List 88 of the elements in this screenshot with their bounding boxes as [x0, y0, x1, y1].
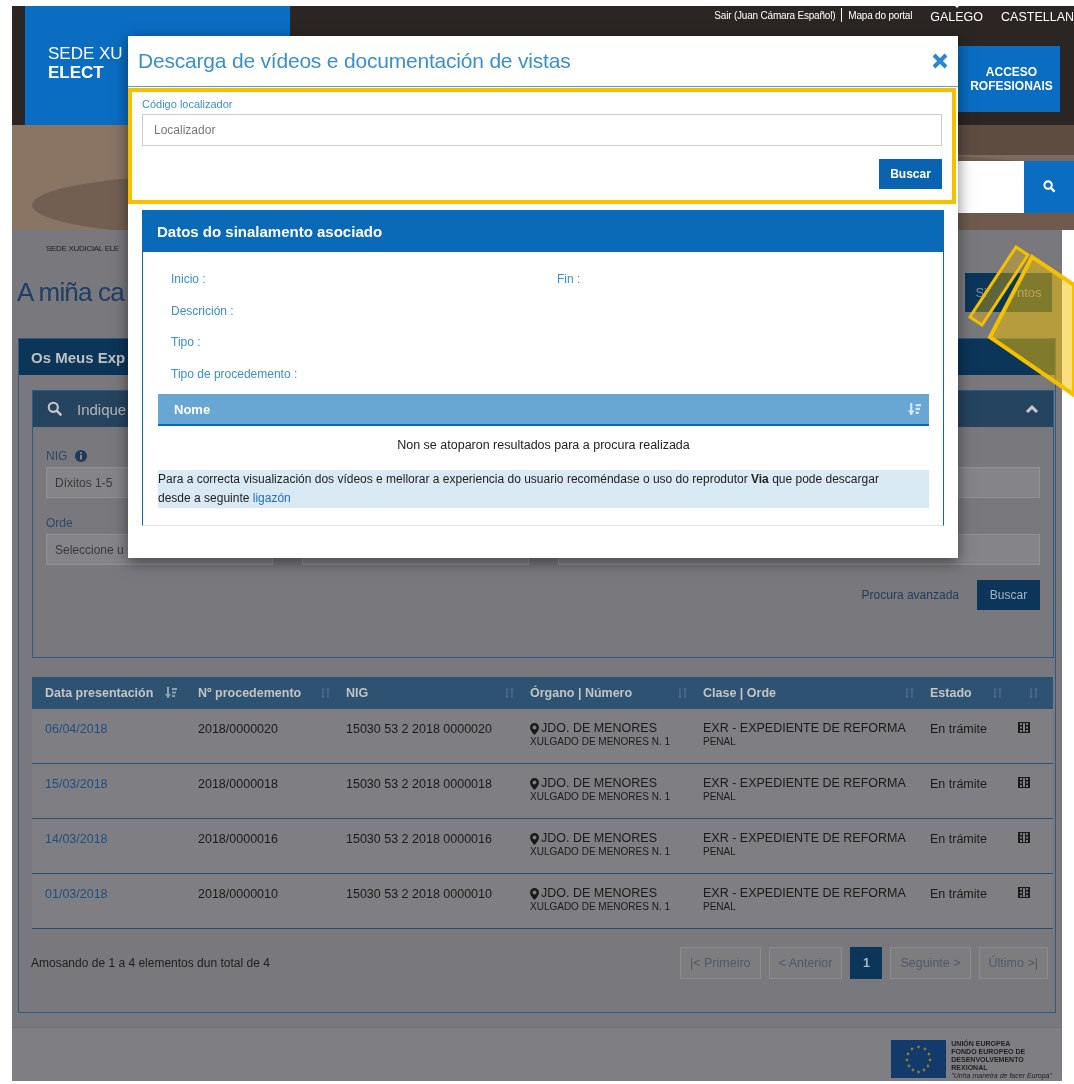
- button-text: ntos: [1017, 284, 1042, 300]
- table-cell-text: EXR - EXPEDIENTE DE REFORMA: [703, 722, 907, 735]
- table-cell-text: XULGADO DE MENORES N. 1: [530, 790, 672, 803]
- sort-icon[interactable]: [904, 687, 916, 699]
- page-title: A miña ca: [17, 276, 124, 308]
- column-header[interactable]: Nome: [174, 401, 211, 417]
- access-text: ACCESO: [985, 65, 1038, 79]
- table-cell-text: 15030 53 2 2018 0000020: [346, 722, 493, 738]
- field-label: Fin :: [557, 272, 582, 288]
- film-icon[interactable]: [1018, 832, 1030, 843]
- film-icon[interactable]: [1018, 722, 1030, 733]
- search-button[interactable]: Buscar: [879, 159, 942, 189]
- table-cell-text: En trámite: [930, 887, 988, 903]
- locator-field[interactable]: Localizador: [142, 114, 942, 146]
- search-button[interactable]: Buscar: [977, 580, 1040, 610]
- field-label: Descrición :: [171, 303, 235, 320]
- table-cell-text: EXR - EXPEDIENTE DE REFORMA: [703, 832, 907, 845]
- eu-flag-icon: [891, 1040, 947, 1078]
- sort-icon[interactable]: [1028, 687, 1040, 699]
- field-label: Orde: [46, 516, 73, 530]
- table-cell-text: XULGADO DE MENORES N. 1: [530, 845, 672, 858]
- close-icon: [932, 53, 948, 69]
- table-cell-text: XULGADO DE MENORES N. 1: [530, 735, 672, 748]
- search-button[interactable]: [1024, 160, 1074, 213]
- table-cell-text: PENAL: [703, 845, 737, 858]
- column-header[interactable]: Órgano | Número: [530, 686, 633, 700]
- pin-icon: [530, 722, 539, 735]
- table-cell-text: 15030 53 2 2018 0000018: [346, 777, 493, 793]
- sort-icon[interactable]: [320, 687, 332, 699]
- column-header[interactable]: Clase | Orde: [703, 686, 776, 700]
- logo-text: SEDE XU: [48, 44, 123, 63]
- table-cell-text: 15030 53 2 2018 0000010: [346, 887, 493, 903]
- language-link[interactable]: CASTELLAN: [1001, 6, 1074, 24]
- details-title: Datos do sinalamento asociado: [143, 210, 943, 252]
- header-link[interactable]: Mapa do portal: [848, 9, 913, 21]
- table-cell-text: PENAL: [703, 900, 737, 913]
- search-panel-title: Indique: [77, 400, 127, 418]
- table-cell-text: EXR - EXPEDIENTE DE REFORMA: [703, 887, 907, 900]
- table-cell-text: En trámite: [930, 832, 988, 848]
- empty-message: Non se atoparon resultados para a procura realizada: [396, 438, 691, 454]
- page-button[interactable]: 1: [850, 947, 883, 979]
- column-header[interactable]: Data presentación: [45, 686, 154, 700]
- language-link[interactable]: GALEGO: [930, 6, 984, 24]
- info-icon: [75, 450, 88, 462]
- pin-icon: [530, 887, 539, 900]
- film-icon[interactable]: [1018, 777, 1030, 788]
- access-text: ROFESIONAIS: [970, 79, 1053, 93]
- sort-descending-icon[interactable]: [908, 402, 921, 416]
- sort-descending-icon[interactable]: [165, 687, 178, 699]
- results-summary: Amosando de 1 a 4 elementos dun total de 4: [31, 956, 270, 970]
- search-field[interactable]: [958, 160, 1024, 213]
- search-icon: [47, 401, 63, 417]
- advanced-search-link[interactable]: Procura avanzada: [861, 588, 959, 602]
- column-header[interactable]: NIG: [346, 686, 369, 700]
- access-button[interactable]: ACCESO ROFESIONAIS: [955, 46, 1060, 112]
- table-cell-text: En trámite: [930, 722, 988, 738]
- close-button[interactable]: [932, 53, 948, 69]
- column-header[interactable]: Nº procedemento: [198, 686, 302, 700]
- field-label: NIG: [46, 449, 68, 463]
- table-cell: JDO. DE MENORES: [541, 777, 657, 790]
- film-icon[interactable]: [1018, 887, 1030, 898]
- pin-icon: [530, 777, 539, 790]
- table-cell-text: 15030 53 2 2018 0000016: [346, 832, 493, 848]
- field-label: Inicio :: [171, 272, 207, 288]
- table-cell: JDO. DE MENORES: [541, 887, 657, 900]
- table-cell-text: PENAL: [703, 735, 737, 748]
- sort-icon[interactable]: [677, 687, 689, 699]
- table-cell-text: XULGADO DE MENORES N. 1: [530, 900, 672, 913]
- table-cell-text: 2018/0000010: [198, 887, 279, 903]
- download-link[interactable]: ligazón: [252, 491, 291, 505]
- table-cell-text: EXR - EXPEDIENTE DE REFORMA: [703, 777, 907, 790]
- column-header[interactable]: Estado: [930, 686, 972, 700]
- header-link[interactable]: Sair (Juan Cámara Español): [714, 9, 836, 21]
- info-note: Para a correcta visualización dos vídeos e mellorar a experiencia do usuario recoméndase o uso do reprodutor Via que pode descargar desde a seguinte ligazón: [158, 470, 929, 508]
- sort-icon[interactable]: [992, 687, 1004, 699]
- table-cell-text: 2018/0000018: [198, 777, 279, 793]
- table-cell: JDO. DE MENORES: [541, 832, 657, 845]
- pin-icon: [530, 832, 539, 845]
- table-cell: JDO. DE MENORES: [541, 722, 657, 735]
- table-cell-text: PENAL: [703, 790, 737, 803]
- breadcrumb: SEDE XUDICIAL ELE: [46, 244, 120, 255]
- field-label: Código localizador: [142, 98, 234, 112]
- table-cell-text: 2018/0000020: [198, 722, 279, 738]
- table-cell-text: En trámite: [930, 777, 988, 793]
- sort-icon[interactable]: [504, 687, 516, 699]
- table-cell-text: 2018/0000016: [198, 832, 279, 848]
- logo-text: ELECT: [48, 63, 104, 82]
- search-icon: [1042, 180, 1056, 193]
